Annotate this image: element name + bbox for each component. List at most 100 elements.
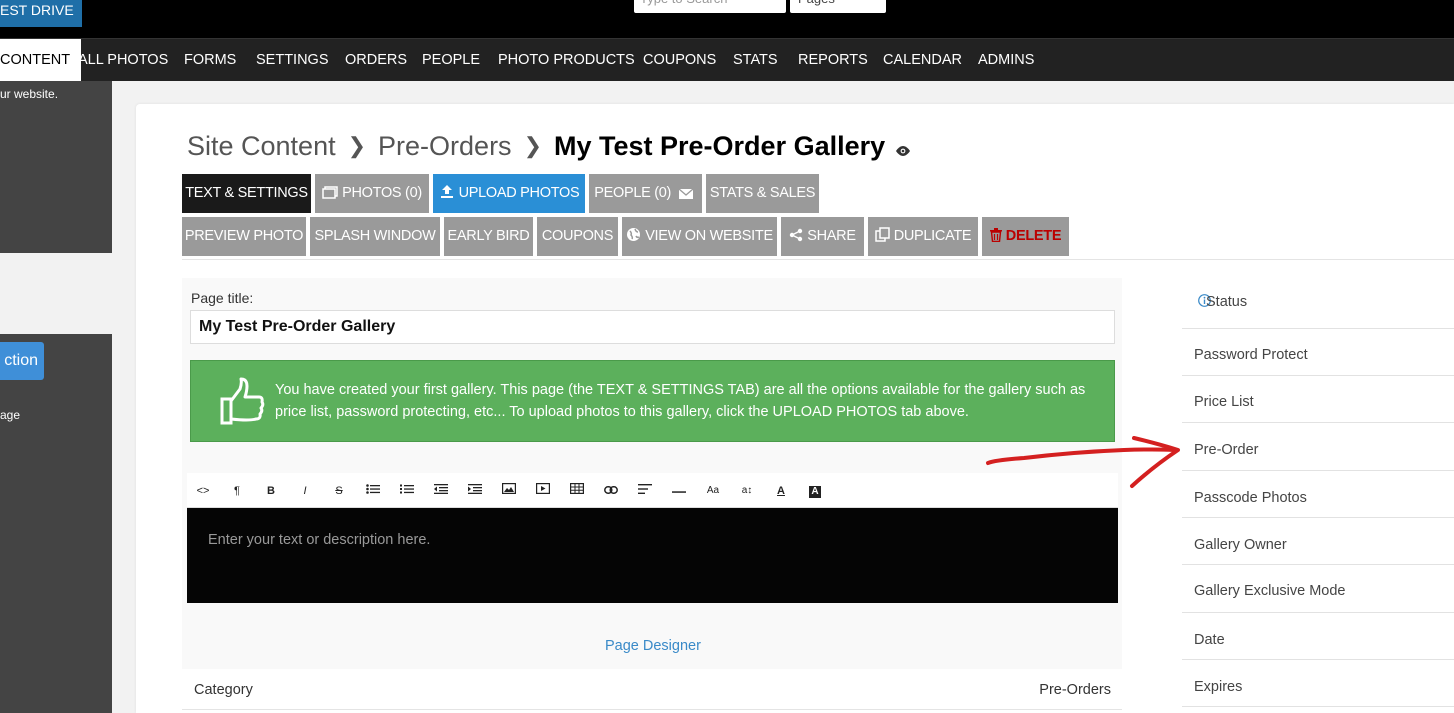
photos-icon [322,186,338,199]
tab-preview-photo[interactable]: PREVIEW PHOTO [182,217,306,256]
tab-coupons[interactable]: COUPONS [537,217,618,256]
page-title: My Test Pre-Order Gallery [554,131,886,161]
paragraph-icon[interactable]: ¶ [226,483,248,499]
search-input[interactable]: Type to Search [634,0,786,13]
horizontal-rule-icon[interactable] [668,483,690,499]
chevron-right-icon: ❯ [347,133,367,158]
tab-label: PEOPLE (0) [594,185,672,201]
image-icon[interactable] [498,483,520,499]
tab-delete[interactable]: DELETE [982,217,1069,256]
font-color-icon[interactable]: A [770,483,792,499]
test-drive-button[interactable]: EST DRIVE [0,0,82,27]
tab-duplicate[interactable]: DUPLICATE [868,217,978,256]
tab-label: SHARE [807,228,856,244]
outdent-icon[interactable] [430,483,452,499]
code-view-icon[interactable]: <> [192,483,214,499]
category-table-header: Category Pre-Orders [182,669,1122,710]
column-header-category: Category [194,682,253,698]
eye-icon[interactable] [895,145,911,157]
notice-text: You have created your first gallery. Thi… [275,382,1086,420]
sidebar-panel-top [0,81,112,253]
align-icon[interactable] [634,483,656,499]
nav-item-all-photos[interactable]: ALL PHOTOS [78,39,168,81]
upload-icon [440,185,453,198]
link-icon[interactable] [600,483,622,499]
strikethrough-icon[interactable]: S [328,483,350,499]
tab-label: DELETE [1005,228,1062,244]
page-designer-link[interactable]: Page Designer [605,638,701,654]
background-color-icon[interactable]: A [804,483,826,499]
nav-item-orders[interactable]: ORDERS [345,39,407,81]
setting-gallery-exclusive-mode[interactable]: Gallery Exclusive Mode [1182,565,1454,613]
setting-date[interactable]: Date [1182,613,1454,660]
tab-label: STATS & SALES [709,185,816,201]
tab-label: PHOTOS (0) [342,185,422,201]
thumbs-up-icon [220,377,265,425]
nav-item-forms[interactable]: FORMS [184,39,236,81]
nav-item-stats[interactable]: STATS [733,39,778,81]
line-height-icon[interactable]: a↕ [736,483,758,499]
nav-item-coupons[interactable]: COUPONS [643,39,716,81]
setting-status[interactable]: Status [1182,278,1454,329]
setting-passcode-photos[interactable]: Passcode Photos [1182,471,1454,518]
tab-label: TEXT & SETTINGS [185,185,308,201]
numbered-list-icon[interactable] [396,483,418,499]
tab-label: PREVIEW PHOTO [184,228,304,244]
nav-item-content[interactable]: CONTENT [0,39,82,81]
sidebar-action-button[interactable]: ction [0,342,44,380]
tab-label: VIEW ON WEBSITE [645,228,773,244]
video-icon[interactable] [532,483,554,499]
tab-view-on-website[interactable]: VIEW ON WEBSITE [622,217,777,256]
nav-item-reports[interactable]: REPORTS [798,39,868,81]
font-size-icon[interactable]: Aa [702,483,724,499]
breadcrumb-pre-orders[interactable]: Pre-Orders [378,131,512,161]
globe-icon [627,228,641,241]
tab-stats-sales[interactable]: STATS & SALES [706,174,819,213]
tab-early-bird[interactable]: EARLY BIRD [444,217,533,256]
tab-label: EARLY BIRD [447,228,530,244]
indent-icon[interactable] [464,483,486,499]
tab-label: COUPONS [541,228,614,244]
nav-item-calendar[interactable]: CALENDAR [883,39,962,81]
bold-icon[interactable]: B [260,483,282,499]
setting-label: Status [1206,294,1248,310]
tab-share[interactable]: SHARE [781,217,864,256]
tab-photos[interactable]: PHOTOS (0) [315,174,429,213]
tab-people[interactable]: PEOPLE (0) [589,174,702,213]
table-icon[interactable] [566,483,588,499]
tab-label: DUPLICATE [893,228,972,244]
tab-text-settings[interactable]: TEXT & SETTINGS [182,174,311,213]
setting-pre-order[interactable]: Pre-Order [1182,423,1454,471]
main-nav: CONTENT ALL PHOTOS FORMS SETTINGS ORDERS… [0,38,1454,81]
setting-label: Pre-Order [1194,442,1259,458]
setting-password-protect[interactable]: Password Protect [1182,329,1454,376]
divider [182,259,1454,260]
duplicate-icon [874,227,890,242]
chevron-right-icon: ❯ [523,133,542,158]
tab-label: SPLASH WINDOW [314,228,436,244]
tab-label: UPLOAD PHOTOS [458,185,580,201]
setting-label: Expires [1194,679,1243,695]
nav-item-admins[interactable]: ADMINS [978,39,1034,81]
italic-icon[interactable]: I [294,483,316,499]
pages-select[interactable]: Pages [790,0,886,13]
bullet-list-icon[interactable] [362,483,384,499]
annotation-arrow-icon [986,436,1180,488]
setting-label: Gallery Owner [1194,537,1287,553]
page-title-label: Page title: [191,290,254,306]
tab-upload-photos[interactable]: UPLOAD PHOTOS [433,174,585,213]
editor-placeholder: Enter your text or description here. [208,532,431,548]
text-editor[interactable]: Enter your text or description here. [187,508,1118,603]
setting-gallery-owner[interactable]: Gallery Owner [1182,518,1454,565]
setting-price-list[interactable]: Price List [1182,376,1454,423]
nav-item-people[interactable]: PEOPLE [422,39,480,81]
setting-expires[interactable]: Expires [1182,660,1454,707]
nav-item-settings[interactable]: SETTINGS [256,39,329,81]
column-header-pre-orders: Pre-Orders [1039,682,1111,698]
info-notice: You have created your first gallery. Thi… [190,360,1115,442]
page-title-input[interactable]: My Test Pre-Order Gallery [190,310,1115,344]
breadcrumb-site-content[interactable]: Site Content [187,131,336,161]
sidebar-text-2: age [0,408,21,422]
nav-item-photo-products[interactable]: PHOTO PRODUCTS [498,39,635,81]
tab-splash-window[interactable]: SPLASH WINDOW [310,217,440,256]
